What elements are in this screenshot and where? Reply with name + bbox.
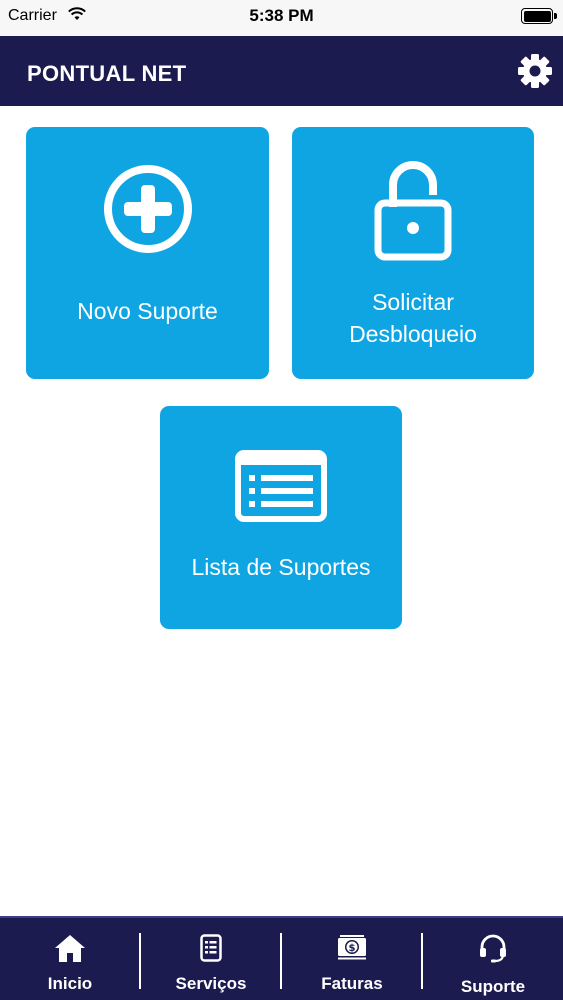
tab-suporte[interactable]: Suporte bbox=[423, 918, 563, 1000]
status-bar: Carrier 5:38 PM bbox=[0, 0, 563, 36]
tab-bar: Inicio Serviços $ Faturas Suporte bbox=[0, 916, 563, 1000]
tab-suporte-label: Suporte bbox=[460, 977, 526, 996]
tab-inicio-label: Inicio bbox=[47, 974, 93, 993]
svg-text:$: $ bbox=[349, 943, 356, 954]
app-header: PONTUAL NET bbox=[0, 36, 563, 106]
tab-inicio[interactable]: Inicio bbox=[0, 918, 140, 1000]
solicitar-desbloqueio-label: Solicitar Desbloqueio bbox=[349, 289, 477, 347]
novo-suporte-button[interactable]: Novo Suporte bbox=[26, 127, 269, 379]
status-time: 5:38 PM bbox=[249, 6, 314, 25]
list-card-icon bbox=[160, 450, 402, 522]
document-icon bbox=[141, 934, 281, 962]
gear-icon[interactable] bbox=[517, 53, 553, 89]
tab-servicos-label: Serviços bbox=[175, 974, 247, 993]
plus-circle-icon bbox=[26, 163, 269, 255]
tab-faturas-label: Faturas bbox=[321, 974, 383, 993]
tab-servicos[interactable]: Serviços bbox=[141, 918, 281, 1000]
home-icon bbox=[0, 934, 140, 964]
lista-de-suportes-button[interactable]: Lista de Suportes bbox=[160, 406, 402, 629]
unlock-icon bbox=[292, 157, 534, 261]
headset-icon bbox=[423, 934, 563, 964]
battery-icon bbox=[521, 8, 557, 24]
novo-suporte-label: Novo Suporte bbox=[77, 298, 218, 324]
app-title: PONTUAL NET bbox=[27, 61, 187, 86]
tab-faturas[interactable]: $ Faturas bbox=[282, 918, 422, 1000]
solicitar-desbloqueio-button[interactable]: Solicitar Desbloqueio bbox=[292, 127, 534, 379]
lista-de-suportes-label: Lista de Suportes bbox=[191, 554, 371, 580]
money-icon: $ bbox=[282, 934, 422, 962]
